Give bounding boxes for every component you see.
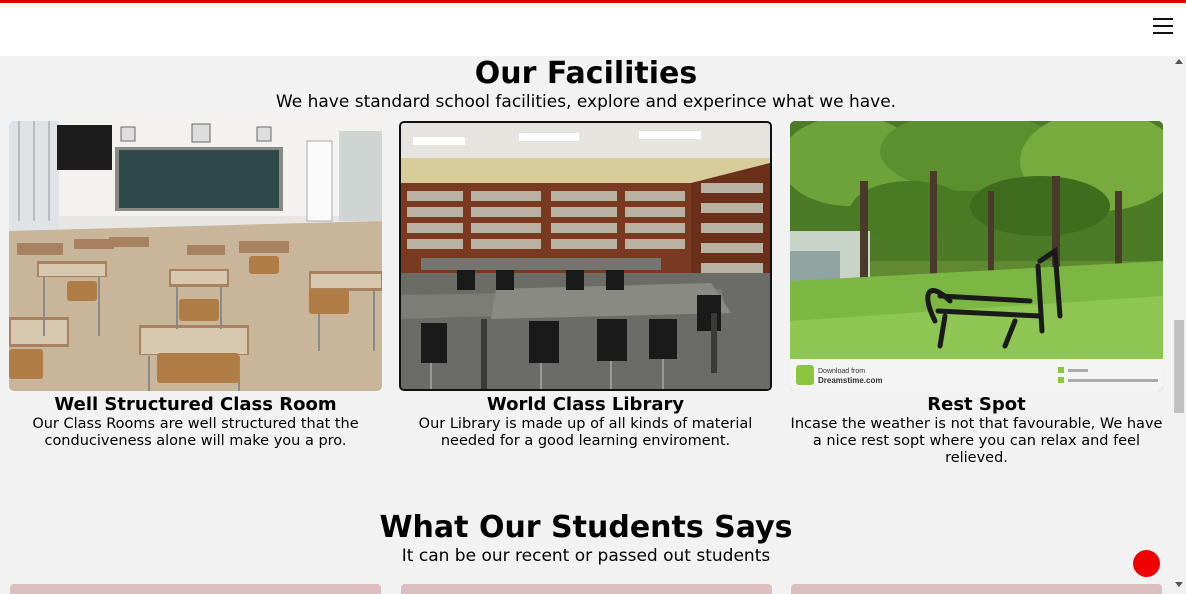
facility-title-classroom: Well Structured Class Room [54,394,337,415]
facility-desc-library: Our Library is made up of all kinds of m… [418,416,753,449]
navbar [0,3,1186,56]
facility-card-classroom: Well Structured Class Room Our Class Roo… [9,121,382,450]
facility-card-library: World Class Library Our Library is made … [399,121,772,450]
classroom-image [9,121,382,391]
facilities-title: Our Facilities [474,56,698,91]
hamburger-menu-icon[interactable] [1153,18,1173,36]
facility-title-library: World Class Library [486,394,685,415]
testimonials-title: What Our Students Says [379,510,793,545]
rest-spot-image: Download from Dreamstime.com [790,121,1163,391]
facility-card-rest-spot: Download from Dreamstime.com Rest Spot I… [790,121,1163,467]
rest-spot-watermark: Download from [818,368,865,375]
chat-bubble-button[interactable] [1133,550,1160,577]
testimonials-subtitle: It can be our recent or passed out stude… [401,546,771,566]
testimonial-card [791,584,1162,594]
testimonial-card [401,584,772,594]
scroll-up-arrow-icon[interactable] [1175,59,1183,64]
testimonial-card [10,584,381,594]
scrollbar-thumb[interactable] [1174,320,1184,413]
vertical-scrollbar[interactable] [1172,56,1186,592]
main-content: Our Facilities We have standard school f… [0,56,1172,594]
facility-title-rest-spot: Rest Spot [927,394,1026,415]
facility-desc-classroom: Our Class Rooms are well structured that… [32,416,359,449]
scroll-down-arrow-icon[interactable] [1175,582,1183,587]
facilities-subtitle: We have standard school facilities, expl… [275,92,897,112]
library-image [399,121,772,391]
facility-desc-rest-spot: Incase the weather is not that favourabl… [790,416,1163,466]
svg-text:Dreamstime.com: Dreamstime.com [818,376,882,385]
